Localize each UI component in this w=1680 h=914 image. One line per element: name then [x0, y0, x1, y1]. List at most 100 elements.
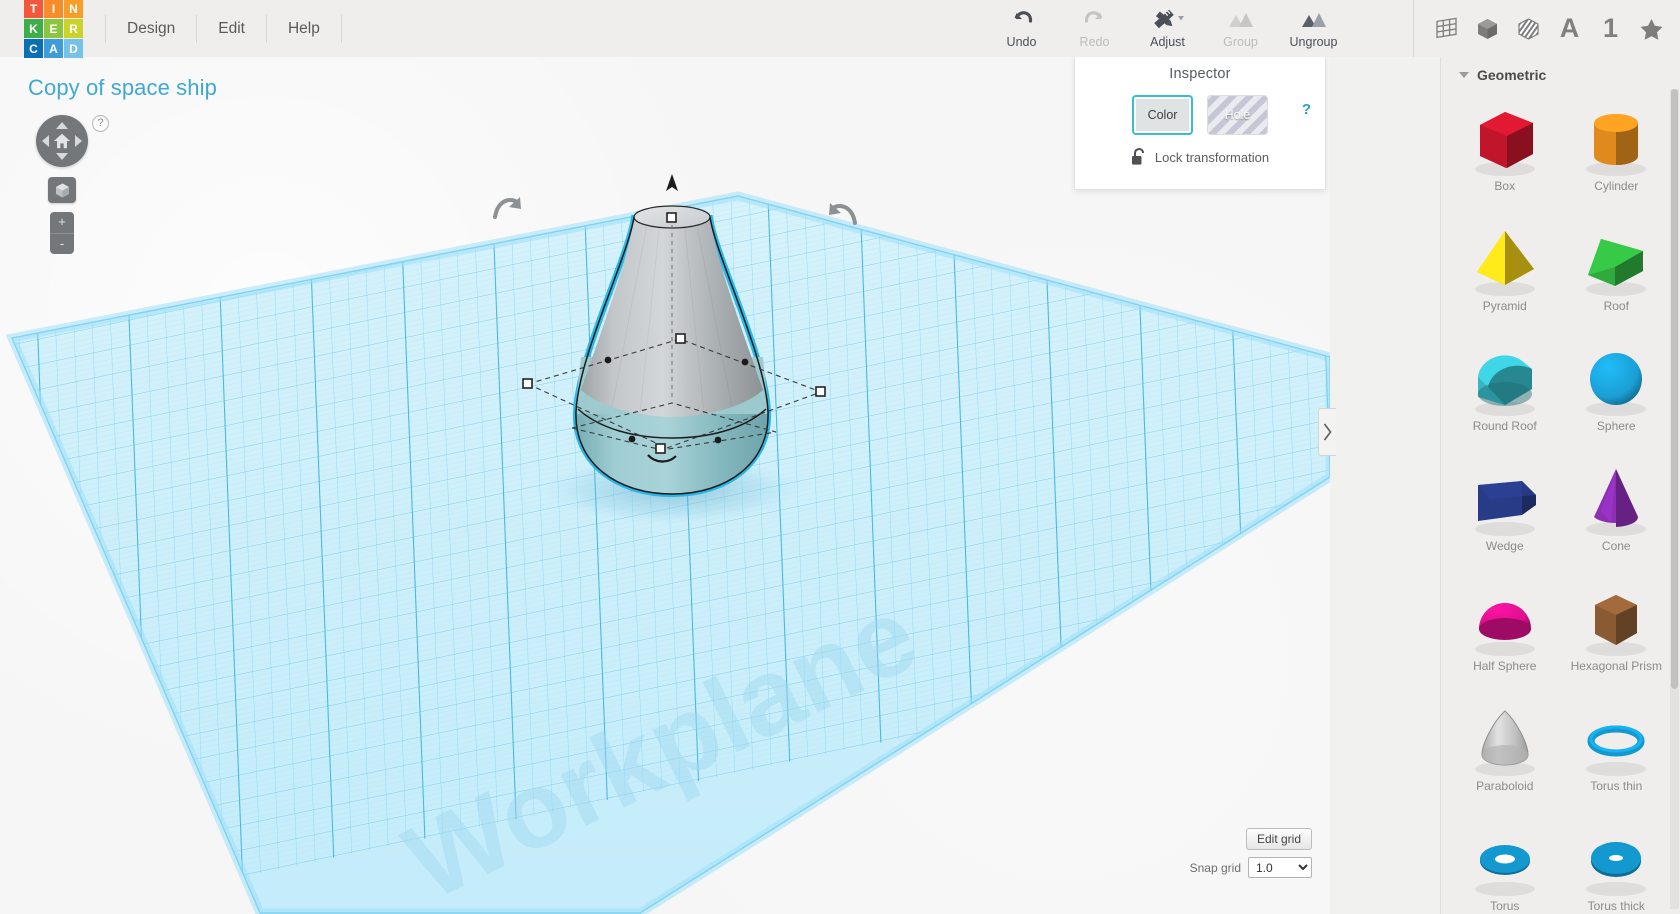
pyramid-thumbnail-icon: [1460, 219, 1550, 301]
hole-cube-icon[interactable]: [1510, 9, 1547, 49]
shape-item-paraboloid[interactable]: Paraboloid: [1449, 693, 1561, 811]
fit-view-cube-button[interactable]: [48, 177, 76, 203]
cone-thumbnail-icon: [1571, 459, 1661, 541]
hexprism-thumbnail-icon: [1571, 579, 1661, 661]
tinkercad-logo[interactable]: T I N K E R C A D: [24, 0, 83, 58]
text-letter-icon[interactable]: A: [1551, 9, 1588, 49]
view-pan-disc[interactable]: [36, 115, 88, 167]
shape-label: Roof: [1603, 299, 1629, 313]
rotate-left-icon: [493, 197, 521, 219]
menu-design[interactable]: Design: [105, 14, 198, 43]
shape-item-pyramid[interactable]: Pyramid: [1449, 213, 1561, 331]
redo-label: Redo: [1079, 35, 1110, 49]
workplane-grid-icon[interactable]: [1428, 9, 1465, 49]
shape-label: Sphere: [1596, 419, 1636, 433]
shapes-category-label: Geometric: [1477, 67, 1547, 83]
shape-item-torus[interactable]: Torus: [1449, 813, 1561, 914]
lock-transformation-label: Lock transformation: [1154, 149, 1270, 165]
chevron-down-icon[interactable]: [1459, 72, 1469, 78]
home-icon[interactable]: [53, 132, 71, 150]
shape-item-sphere[interactable]: Sphere: [1561, 333, 1673, 451]
group-button[interactable]: Group: [1204, 0, 1277, 49]
shape-item-wedge[interactable]: Wedge: [1449, 453, 1561, 571]
redo-button[interactable]: Redo: [1058, 0, 1131, 49]
handle-base-right: [714, 436, 722, 444]
ungroup-label: Ungroup: [1289, 35, 1338, 49]
shape-label: Round Roof: [1472, 419, 1537, 433]
shape-item-roof[interactable]: Roof: [1561, 213, 1673, 331]
snap-grid-select[interactable]: 0.10.250.51.02.05.0: [1248, 857, 1312, 878]
shape-item-torus-thick[interactable]: Torus thick: [1561, 813, 1673, 914]
group-label: Group: [1223, 35, 1258, 49]
shape-label: Half Sphere: [1473, 659, 1537, 673]
height-arrow-icon: [666, 174, 678, 191]
handle-corner-right: [741, 358, 749, 366]
zoom-in-button[interactable]: +: [50, 212, 74, 233]
number-icon[interactable]: 1: [1592, 9, 1629, 49]
pan-right-arrow-icon[interactable]: [75, 135, 82, 147]
adjust-button[interactable]: Adjust: [1131, 0, 1204, 49]
top-bar: T I N K E R C A D Design Edit Help Undo …: [0, 0, 1680, 58]
shape-label: Hexagonal Prism: [1570, 659, 1662, 673]
chevron-right-icon: [1323, 423, 1332, 441]
solid-cube-icon[interactable]: [1469, 9, 1506, 49]
handle-top: [666, 212, 677, 223]
snap-grid-row: Snap grid 0.10.250.51.02.05.0: [1190, 857, 1312, 878]
shapes-scrollbar[interactable]: [1670, 89, 1679, 909]
shape-item-half-sphere[interactable]: Half Sphere: [1449, 573, 1561, 691]
logo-tile-i: I: [44, 0, 63, 18]
torusthick-thumbnail-icon: [1571, 819, 1661, 901]
color-swatch-button[interactable]: Color: [1132, 95, 1193, 135]
shape-item-round-roof[interactable]: Round Roof: [1449, 333, 1561, 451]
unlocked-padlock-icon: [1131, 148, 1144, 165]
shapes-scrollbar-thumb[interactable]: [1671, 89, 1678, 689]
inspector-help-icon[interactable]: ?: [1302, 101, 1311, 118]
shapes-panel-header[interactable]: Geometric: [1441, 57, 1680, 89]
hole-swatch-button[interactable]: Hole: [1207, 95, 1268, 135]
undo-icon: [1009, 7, 1035, 31]
paraboloid-thumbnail-icon: [1460, 699, 1550, 781]
ungroup-icon: [1299, 7, 1329, 31]
favorites-star-icon[interactable]: [1633, 9, 1670, 49]
color-swatch-label: Color: [1147, 108, 1178, 122]
undo-button[interactable]: Undo: [985, 0, 1058, 49]
shape-item-box[interactable]: Box: [1449, 93, 1561, 211]
main-menu: Design Edit Help: [105, 0, 342, 57]
menu-edit[interactable]: Edit: [197, 14, 267, 43]
shape-item-hexagonal-prism[interactable]: Hexagonal Prism: [1561, 573, 1673, 691]
shape-item-torus-thin[interactable]: Torus thin: [1561, 693, 1673, 811]
logo-tile-d: D: [64, 39, 83, 58]
undo-label: Undo: [1006, 35, 1037, 49]
logo-tile-a: A: [44, 39, 63, 58]
wedge-thumbnail-icon: [1460, 459, 1550, 541]
shape-label: Paraboloid: [1476, 779, 1534, 793]
pan-down-arrow-icon[interactable]: [56, 153, 68, 160]
group-icon: [1226, 7, 1256, 31]
canvas-help-icon[interactable]: ?: [92, 115, 109, 132]
handle-bottom: [655, 443, 666, 454]
torus-thumbnail-icon: [1460, 819, 1550, 901]
shape-item-cone[interactable]: Cone: [1561, 453, 1673, 571]
roundroof-thumbnail-icon: [1460, 339, 1550, 421]
inspector-swatches: Color Hole: [1075, 95, 1325, 135]
page-title[interactable]: Copy of space ship: [28, 75, 217, 101]
zoom-controls: + -: [50, 212, 74, 254]
shape-label: Torus thick: [1587, 899, 1645, 913]
shapes-panel: Geometric Box Cylinder Pyramid Roof Roun…: [1440, 57, 1680, 914]
hole-swatch-label: Hole: [1224, 108, 1251, 122]
menu-help[interactable]: Help: [267, 14, 342, 43]
logo-tile-c: C: [24, 39, 43, 58]
shape-item-cylinder[interactable]: Cylinder: [1561, 93, 1673, 211]
zoom-out-button[interactable]: -: [50, 233, 74, 254]
lock-transformation-row[interactable]: Lock transformation: [1075, 148, 1325, 166]
collapse-shapes-panel-button[interactable]: [1318, 408, 1336, 456]
pan-up-arrow-icon[interactable]: [56, 122, 68, 129]
ungroup-button[interactable]: Ungroup: [1277, 0, 1350, 49]
pan-left-arrow-icon[interactable]: [42, 135, 49, 147]
roof-thumbnail-icon: [1571, 219, 1661, 301]
halfsphere-thumbnail-icon: [1460, 579, 1550, 661]
view-navigation-cluster: + -: [36, 115, 88, 254]
edit-grid-button[interactable]: Edit grid: [1245, 828, 1312, 850]
logo-tile-e: E: [44, 19, 63, 38]
inspector-title: Inspector: [1169, 66, 1231, 82]
